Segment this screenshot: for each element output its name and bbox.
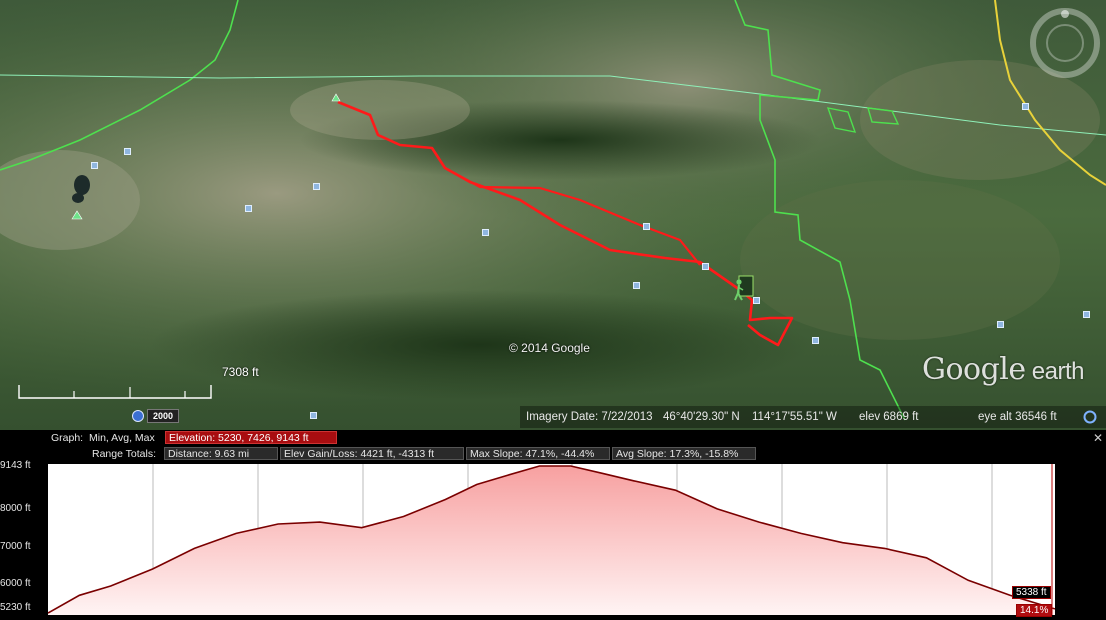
longitude-readout: 114°17'55.51" W xyxy=(752,411,837,423)
placemark-icon[interactable] xyxy=(997,321,1004,328)
cursor-elevation-label: 5338 ft xyxy=(1012,586,1051,599)
historical-year: 2000 xyxy=(147,409,180,423)
y-tick-label: 6000 ft xyxy=(0,578,31,590)
y-tick-label: 8000 ft xyxy=(0,502,31,514)
cursor-slope-label: 14.1% xyxy=(1016,604,1053,617)
placemark-icon[interactable] xyxy=(812,337,819,344)
placemark-icon[interactable] xyxy=(482,229,489,236)
range-totals-label: Range Totals: xyxy=(92,448,157,460)
elevation-area xyxy=(48,466,1055,615)
latitude-readout: 46°40'29.30" N xyxy=(663,411,740,423)
scale-label: 7308 ft xyxy=(222,365,259,379)
distance-stat[interactable]: Distance: 9.63 mi xyxy=(164,447,278,460)
elevation-readout: elev 6869 ft xyxy=(859,411,919,423)
avg-slope-stat[interactable]: Avg Slope: 17.3%, -15.8% xyxy=(612,447,756,460)
y-tick-label: 5230 ft xyxy=(0,602,31,613)
google-earth-logo: Google earth xyxy=(922,352,1085,387)
scale-bar xyxy=(18,385,212,399)
y-tick-label: 7000 ft xyxy=(0,540,31,552)
elev-gain-loss-stat[interactable]: Elev Gain/Loss: 4421 ft, -4313 ft xyxy=(280,447,464,460)
map-view[interactable]: © 2014 Google Google earth 7308 ft 2000 … xyxy=(0,0,1106,430)
brand-main: Google xyxy=(922,352,1026,387)
placemark-icon[interactable] xyxy=(310,412,317,419)
placemark-icon[interactable] xyxy=(702,263,709,270)
historical-imagery-control[interactable]: 2000 xyxy=(132,409,180,423)
imagery-date: Imagery Date: 7/22/2013 xyxy=(526,411,653,423)
placemark-icon[interactable] xyxy=(245,205,252,212)
placemark-icon[interactable] xyxy=(1083,311,1090,318)
eye-altitude-readout: eye alt 36546 ft xyxy=(978,411,1057,423)
graph-label: Graph: xyxy=(51,432,84,444)
clock-icon xyxy=(132,410,144,422)
placemark-icon[interactable] xyxy=(124,148,131,155)
elevation-chart-svg xyxy=(47,464,1056,615)
status-bar: Imagery Date: 7/22/2013 46°40'29.30" N 1… xyxy=(520,406,1106,428)
streaming-icon[interactable] xyxy=(1083,410,1097,424)
close-profile-button[interactable]: ✕ xyxy=(1092,432,1104,444)
compass-ring-icon[interactable] xyxy=(1030,8,1100,78)
elevation-stat[interactable]: Elevation: 5230, 7426, 9143 ft xyxy=(165,431,337,444)
placemark-icon[interactable] xyxy=(643,223,650,230)
graph-mode-value[interactable]: Min, Avg, Max xyxy=(89,432,155,444)
placemark-icon[interactable] xyxy=(633,282,640,289)
placemark-icon[interactable] xyxy=(1022,103,1029,110)
placemark-icon[interactable] xyxy=(313,183,320,190)
elevation-chart[interactable] xyxy=(47,464,1056,615)
y-tick-label: 9143 ft xyxy=(0,460,31,471)
copyright-text: © 2014 Google xyxy=(509,341,590,355)
brand-sub: earth xyxy=(1025,358,1085,385)
placemark-icon[interactable] xyxy=(91,162,98,169)
placemark-icon[interactable] xyxy=(753,297,760,304)
max-slope-stat[interactable]: Max Slope: 47.1%, -44.4% xyxy=(466,447,610,460)
